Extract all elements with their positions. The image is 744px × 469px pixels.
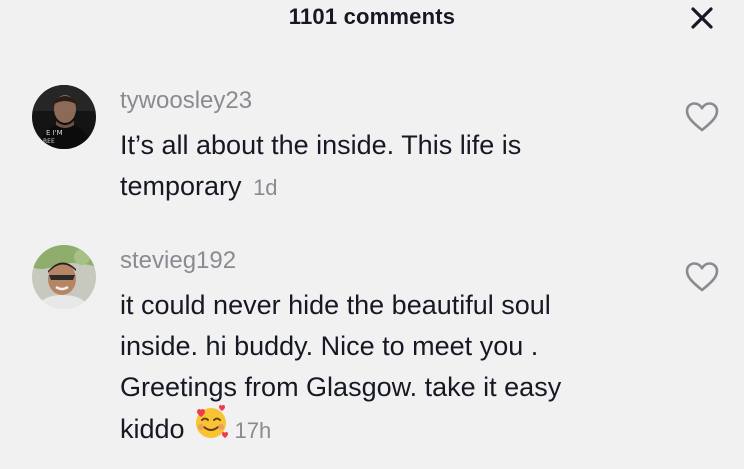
smiling-face-with-hearts-emoji	[191, 402, 231, 454]
comment-username[interactable]: stevieg192	[120, 247, 236, 275]
like-button[interactable]	[684, 260, 720, 294]
comments-count-title: 1101 comments	[288, 4, 456, 29]
heart-outline-icon	[685, 102, 719, 132]
avatar-image: E I'M REE	[32, 85, 96, 149]
close-button[interactable]	[686, 2, 718, 34]
heart-outline-icon	[685, 262, 719, 292]
comment-body: it could never hide the beautiful soul i…	[120, 285, 620, 454]
comment-timestamp: 17h	[234, 418, 272, 444]
avatar[interactable]: E I'M REE	[32, 85, 96, 149]
avatar-image	[32, 245, 96, 309]
comment-timestamp: 1d	[253, 175, 278, 200]
comments-header: 1101 comments	[0, 0, 744, 40]
like-button[interactable]	[684, 100, 720, 134]
close-icon	[691, 7, 713, 29]
comment-text: it could never hide the beautiful soul i…	[120, 290, 562, 445]
comment-username[interactable]: tywoosley23	[120, 87, 252, 115]
svg-text:REE: REE	[43, 138, 55, 145]
svg-text:E I'M: E I'M	[46, 129, 63, 137]
comment-body: It’s all about the inside. This life is …	[120, 125, 640, 208]
avatar[interactable]	[32, 245, 96, 309]
comment-text: It’s all about the inside. This life is …	[120, 130, 522, 201]
